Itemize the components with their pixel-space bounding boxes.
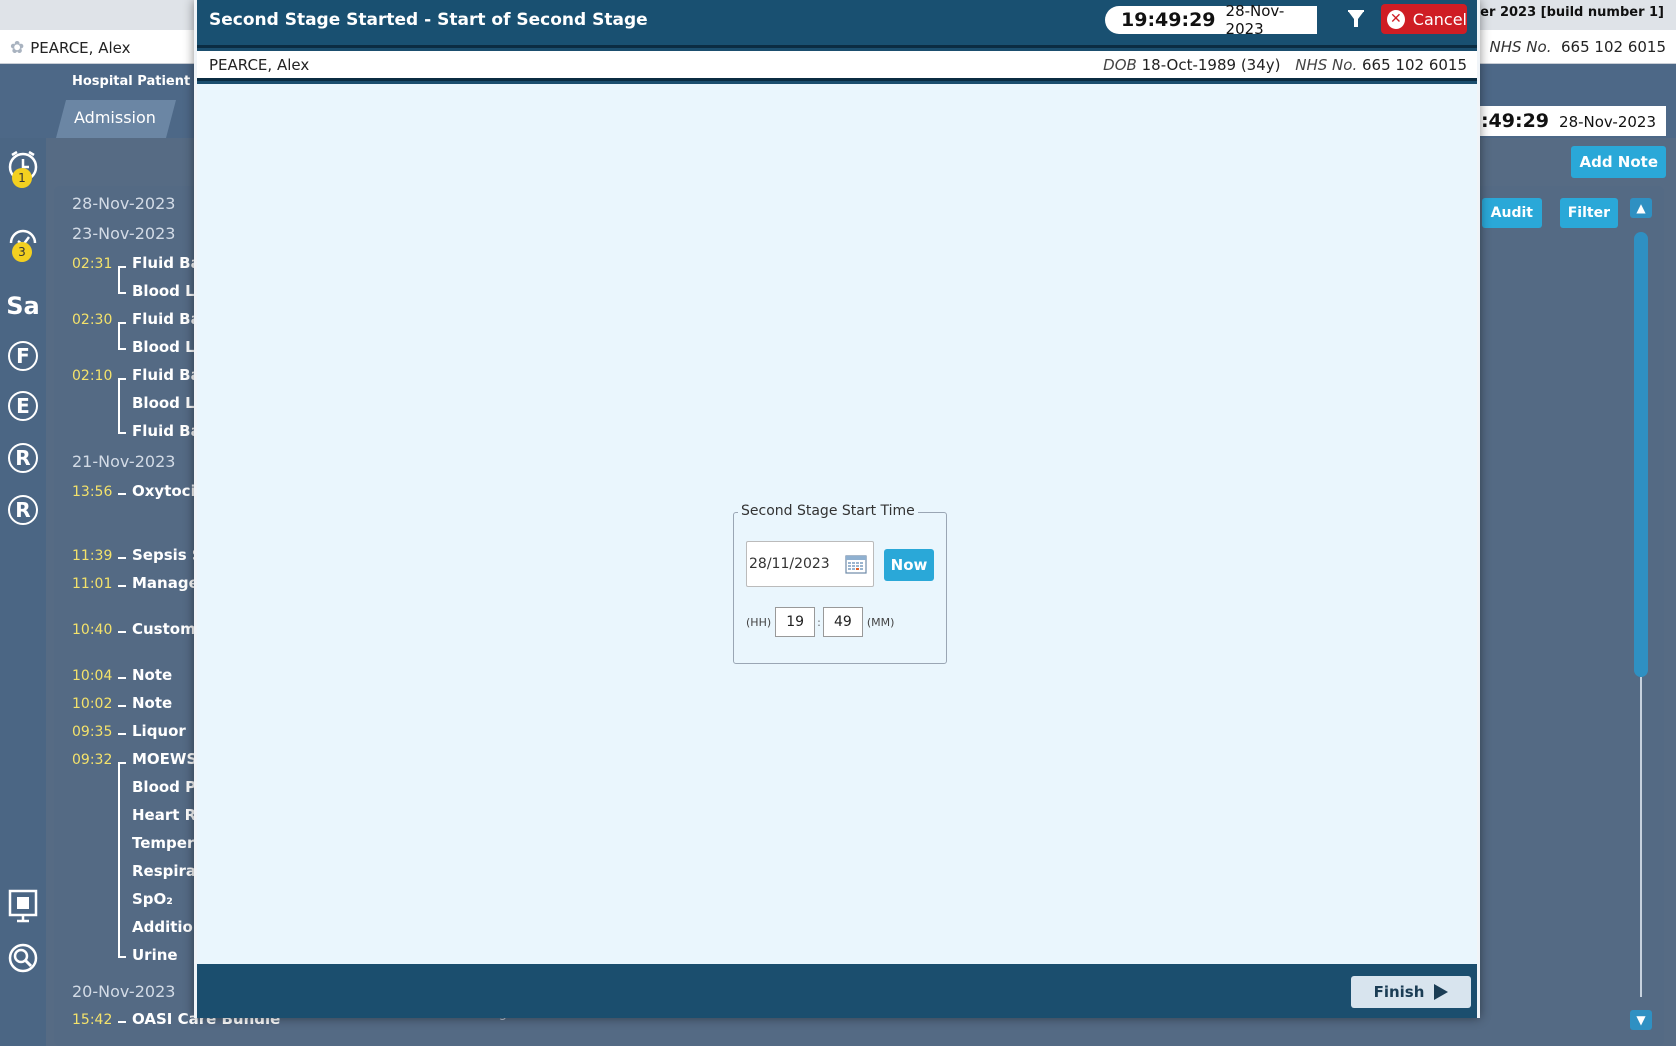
timeline-label[interactable]: Note (132, 666, 172, 684)
timeline-time: 13:56 (72, 484, 113, 500)
dialog-body: Second Stage Start Time 28/11/2023 Now (… (197, 84, 1477, 964)
hours-input[interactable]: 19 (775, 607, 816, 637)
timeline-time: 10:02 (72, 696, 113, 712)
scroll-down-button[interactable]: ▼ (1630, 1010, 1652, 1030)
now-button[interactable]: Now (884, 549, 934, 581)
timeline-time: 11:39 (72, 548, 113, 564)
scroll-up-button[interactable]: ▲ (1630, 198, 1652, 218)
add-note-button[interactable]: Add Note (1571, 146, 1666, 178)
timeline-label[interactable]: Urine (132, 946, 178, 964)
timeline-time: 09:32 (72, 752, 113, 768)
finish-button[interactable]: Finish (1351, 976, 1471, 1008)
nhs-number: 665 102 6015 (1561, 38, 1666, 56)
filter-button[interactable]: Filter (1559, 198, 1618, 228)
timeline-date: 21-Nov-2023 (72, 452, 176, 471)
alarm-badge: 3 (12, 242, 32, 262)
dialog-patient-banner: PEARCE, Alex DOB 18-Oct-1989 (34y) NHS N… (197, 51, 1477, 81)
timeline-label[interactable]: Blood Pr (132, 778, 204, 796)
nhs-number: 665 102 6015 (1362, 56, 1467, 74)
timeline-label[interactable]: SpO₂ (132, 890, 173, 908)
dialog-title: Second Stage Started - Start of Second S… (209, 10, 648, 30)
rail-alarm[interactable]: 3 (0, 216, 46, 264)
rail-item-f[interactable]: F (0, 338, 46, 374)
timeline-time: 10:04 (72, 668, 113, 684)
search-icon (8, 943, 38, 973)
group-legend: Second Stage Start Time (738, 503, 918, 519)
timeline-time: 09:35 (72, 724, 113, 740)
second-stage-dialog: Second Stage Started - Start of Second S… (194, 0, 1480, 1018)
clock-date: 28-Nov-2023 (1225, 2, 1285, 38)
timeline-date: 20-Nov-2023 (72, 982, 176, 1001)
hospital-id-label: Hospital Patient I (72, 74, 200, 89)
timeline-label[interactable]: Note (132, 694, 172, 712)
rail-presentation[interactable] (0, 886, 46, 926)
timeline-date: 28-Nov-2023 (72, 194, 176, 213)
favourite-star-icon[interactable]: ✿ (10, 38, 24, 58)
hours-label: (HH) (746, 615, 772, 629)
minutes-input[interactable]: 49 (822, 607, 863, 637)
play-arrow-icon (1434, 984, 1449, 1000)
dialog-clock: 19:49:29 28-Nov-2023 (1105, 2, 1317, 38)
dialog-footer: Finish (197, 964, 1477, 1018)
patient-name: PEARCE, Alex (30, 39, 131, 57)
minutes-label: (MM) (866, 615, 895, 629)
close-icon: ✕ (1387, 9, 1405, 29)
audit-button[interactable]: Audit (1481, 198, 1542, 228)
date-input[interactable]: 28/11/2023 (746, 541, 874, 587)
clock-time: 19:49:29 (1121, 9, 1216, 31)
tab-admission[interactable]: Admission (56, 100, 176, 138)
patient-name: PEARCE, Alex (209, 56, 310, 74)
presentation-board-icon (8, 889, 38, 923)
build-info: tober 2023 [build number 1] (1455, 5, 1664, 20)
clock-badge: 1 (12, 168, 32, 188)
timeline-time: 11:01 (72, 576, 113, 592)
timeline-date: 23-Nov-2023 (72, 224, 176, 243)
timeline-label[interactable]: MOEWS (132, 750, 197, 768)
rail-search[interactable] (0, 938, 46, 978)
rail-item-r1[interactable]: R (0, 440, 46, 476)
timeline-label[interactable]: Liquor (132, 722, 186, 740)
rail-clock[interactable]: 1 (0, 142, 46, 190)
timeline-time: 02:30 (72, 312, 113, 328)
calendar-icon[interactable] (845, 554, 867, 574)
funnel-icon[interactable] (1345, 8, 1367, 30)
rail-item-sa[interactable]: Sa (0, 288, 46, 324)
dialog-title-bar: Second Stage Started - Start of Second S… (197, 0, 1477, 48)
scrollbar-thumb[interactable] (1634, 232, 1648, 677)
timeline-time: 02:10 (72, 368, 113, 384)
dob-value: 18-Oct-1989 (34y) (1141, 56, 1281, 74)
second-stage-start-time-group: Second Stage Start Time 28/11/2023 Now (… (733, 503, 947, 664)
timeline-time: 15:42 (72, 1012, 113, 1028)
cancel-button[interactable]: ✕ Cancel (1381, 4, 1467, 34)
scrollbar-track[interactable] (1640, 677, 1642, 997)
timeline-time: 10:40 (72, 622, 113, 638)
rail-item-r2[interactable]: R (0, 492, 46, 528)
rail-item-e[interactable]: E (0, 388, 46, 424)
time-input-row: (HH) 19 : 49 (MM) (746, 607, 894, 637)
timeline-time: 02:31 (72, 256, 113, 272)
left-rail: 1 3 Sa F E R R (0, 138, 46, 1046)
